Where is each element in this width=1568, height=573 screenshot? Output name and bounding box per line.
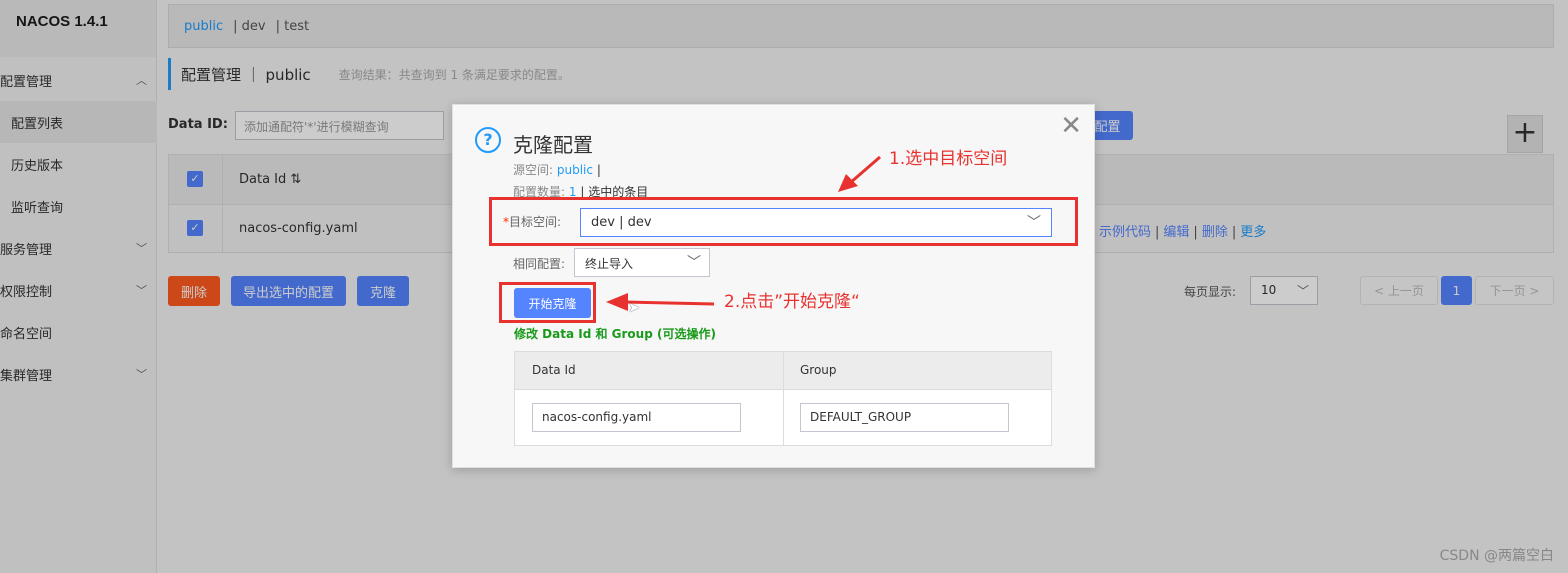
same-config-value: 终止导入	[585, 257, 634, 271]
source-suffix: |	[596, 163, 601, 177]
close-icon[interactable]: ✕	[1060, 113, 1082, 139]
modify-dataid-group-label: 修改 Data Id 和 Group (可选操作)	[514, 327, 716, 341]
annotation-step1: 1.选中目标空间	[889, 149, 1008, 169]
source-namespace: 源空间: public |	[513, 161, 601, 178]
source-label: 源空间:	[513, 163, 554, 177]
column-divider	[783, 352, 784, 445]
dataid-field[interactable]: nacos-config.yaml	[532, 403, 741, 432]
dataid-group-table: Data Id Group nacos-config.yaml DEFAULT_…	[514, 351, 1052, 446]
chevron-down-icon: ﹀	[687, 255, 701, 271]
annotation-box-target	[489, 197, 1078, 246]
watermark: CSDN @两篇空白	[1439, 548, 1554, 564]
same-config-label: 相同配置:	[513, 257, 566, 271]
mouse-cursor-icon: ➤	[628, 300, 640, 316]
same-config-select[interactable]: 终止导入 ﹀	[574, 248, 710, 277]
column-header-group: Group	[800, 363, 837, 377]
dialog-title: 克隆配置	[513, 133, 593, 157]
source-value: public	[556, 163, 593, 177]
group-field[interactable]: DEFAULT_GROUP	[800, 403, 1009, 432]
annotation-step2: 2.点击”开始克隆“	[724, 292, 860, 312]
column-header-dataid: Data Id	[532, 363, 576, 377]
question-icon: ?	[475, 127, 501, 153]
annotation-box-start	[499, 282, 596, 323]
